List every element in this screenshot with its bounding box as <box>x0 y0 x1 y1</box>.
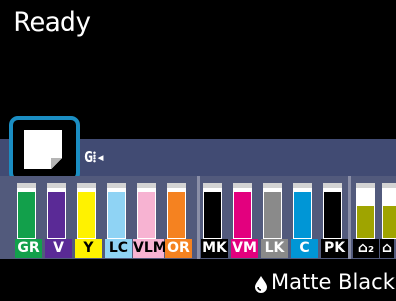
ink-cartridge-gr <box>17 183 36 239</box>
ink-label: MK <box>201 239 228 258</box>
paper-setting-button[interactable] <box>9 116 80 182</box>
ink-level-fill <box>383 206 396 238</box>
cartridge-cap <box>167 183 186 188</box>
ink-cartridge-or <box>167 183 186 239</box>
ink-label: GR <box>15 239 42 258</box>
ink-cartridge-mk <box>203 183 222 239</box>
printer-lcd-screen: Ready G⁞◂ Matte Black GR V Y LC VLM OR MK VM LK C… <box>0 0 396 301</box>
ink-cartridge-vlm <box>137 183 156 239</box>
ink-cartridge-vm <box>233 183 252 239</box>
cartridge-cap <box>293 183 312 188</box>
ink-level-fill <box>294 192 311 238</box>
selected-ink-label: Matte Black <box>271 270 395 294</box>
ink-label: OR <box>165 239 192 258</box>
ink-level-fill <box>264 192 281 238</box>
cartridge-cap <box>233 183 252 188</box>
ink-level-fill <box>78 192 95 238</box>
ink-label: LC <box>105 239 132 258</box>
ink-group-separator <box>197 176 200 259</box>
ink-level-fill <box>108 192 125 238</box>
ink-level-fill <box>234 192 251 238</box>
cartridge-cap <box>382 183 396 188</box>
ink-label: LK <box>261 239 288 258</box>
print-head-icon: G⁞◂ <box>84 148 105 166</box>
ink-cartridge-y <box>77 183 96 239</box>
cartridge-cap <box>17 183 36 188</box>
ink-cartridge-pk <box>323 183 342 239</box>
status-text: Ready <box>14 7 91 38</box>
cartridge-cap <box>77 183 96 188</box>
ink-label: PK <box>321 239 348 258</box>
cartridge-cap <box>323 183 342 188</box>
ink-cartridge-v <box>47 183 66 239</box>
cartridge-cap <box>263 183 282 188</box>
ink-level-fill <box>138 192 155 238</box>
ink-cartridge-⌂₂ <box>356 183 375 239</box>
ink-label: VM <box>231 239 258 258</box>
ink-level-fill <box>168 192 185 238</box>
cartridge-cap <box>137 183 156 188</box>
ink-level-fill <box>48 192 65 238</box>
ink-cartridge-c <box>293 183 312 239</box>
ink-level-fill <box>18 192 35 238</box>
ink-cartridge-lc <box>107 183 126 239</box>
ink-label: ⌂₂ <box>353 239 379 258</box>
ink-label: V <box>45 239 72 258</box>
ink-level-fill <box>357 206 374 238</box>
ink-cartridge-⌂ <box>382 183 396 239</box>
cartridge-cap <box>107 183 126 188</box>
ink-label: VLM <box>133 239 167 258</box>
cartridge-cap <box>356 183 375 188</box>
cartridge-cap <box>203 183 222 188</box>
ink-label: C <box>291 239 318 258</box>
ink-group-separator <box>348 176 351 259</box>
ink-level-fill <box>324 192 341 238</box>
cartridge-cap <box>47 183 66 188</box>
ink-cartridge-lk <box>263 183 282 239</box>
ink-label: ⌂ <box>380 239 394 258</box>
ink-drop-icon <box>255 276 267 293</box>
ink-level-fill <box>204 192 221 238</box>
ink-label: Y <box>75 239 102 258</box>
